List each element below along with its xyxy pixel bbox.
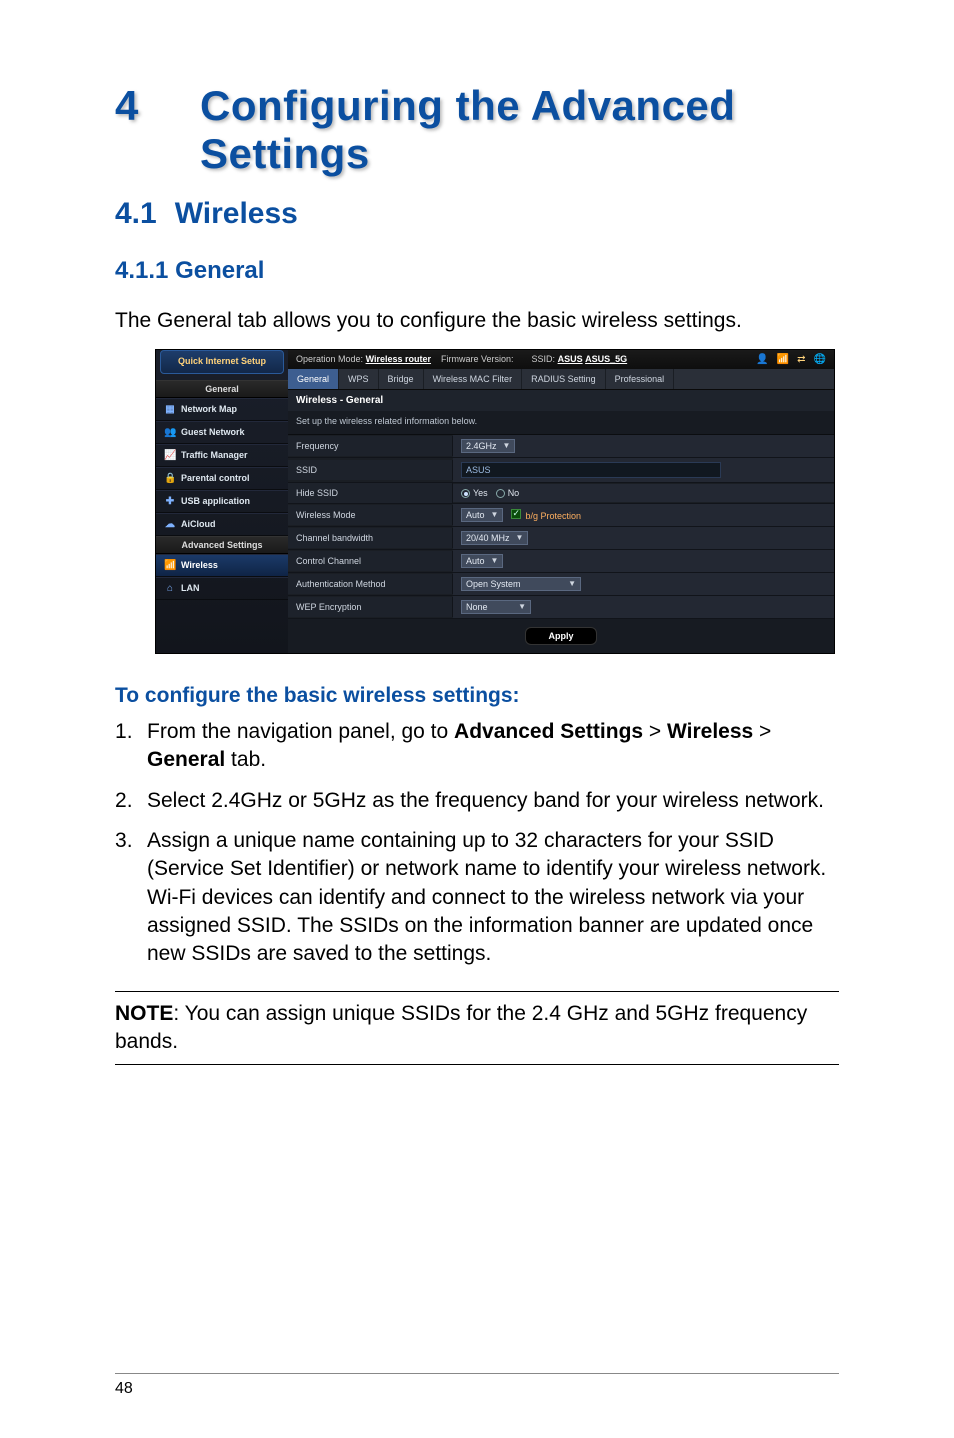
step-2: Select 2.4GHz or 5GHz as the frequency b… xyxy=(115,787,839,815)
intro-paragraph: The General tab allows you to configure … xyxy=(115,307,839,335)
subsection-heading: 4.1.1 General xyxy=(115,257,839,285)
sidebar-item-traffic-manager[interactable]: 📈Traffic Manager xyxy=(156,444,288,467)
channel-bw-dropdown[interactable]: 20/40 MHz▼ xyxy=(461,531,528,545)
tab-wps[interactable]: WPS xyxy=(339,369,379,389)
panel-title: Wireless - General xyxy=(288,390,834,411)
quick-internet-setup[interactable]: Quick Internet Setup xyxy=(160,350,284,374)
radio-icon xyxy=(496,489,505,498)
note-box: NOTE: You can assign unique SSIDs for th… xyxy=(115,991,839,1066)
bg-protection-checkbox[interactable]: b/g Protection xyxy=(511,509,581,521)
tab-professional[interactable]: Professional xyxy=(606,369,675,389)
subsection-number: 4.1.1 xyxy=(115,257,168,284)
tab-radius[interactable]: RADIUS Setting xyxy=(522,369,606,389)
usb-icon: ✚ xyxy=(164,496,176,507)
tab-mac-filter[interactable]: Wireless MAC Filter xyxy=(424,369,523,389)
chevron-down-icon: ▼ xyxy=(491,510,499,519)
sidebar-general-heading: General xyxy=(156,380,288,398)
router-screenshot: Quick Internet Setup General ▦Network Ma… xyxy=(155,349,835,654)
frequency-dropdown[interactable]: 2.4GHz▼ xyxy=(461,439,515,453)
step-1: From the navigation panel, go to Advance… xyxy=(115,718,839,775)
hide-ssid-yes[interactable]: Yes xyxy=(461,488,488,498)
traffic-icon: 📈 xyxy=(164,450,176,461)
chevron-down-icon: ▼ xyxy=(518,602,526,611)
section-title: Wireless xyxy=(175,197,298,230)
row-wireless-mode: Wireless Mode Auto▼ b/g Protection xyxy=(288,504,834,527)
lock-icon: 🔒 xyxy=(164,473,176,484)
globe-icon[interactable]: 🌐 xyxy=(814,354,826,365)
radio-icon xyxy=(461,489,470,498)
top-bar: Operation Mode: Wireless router Firmware… xyxy=(288,350,834,369)
auth-method-label: Authentication Method xyxy=(288,574,453,594)
sidebar-item-usb-application[interactable]: ✚USB application xyxy=(156,490,288,513)
apply-button[interactable]: Apply xyxy=(525,627,596,645)
chapter-title-line1: Configuring the Advanced xyxy=(200,82,735,129)
row-ssid: SSID ASUS xyxy=(288,458,834,483)
map-icon: ▦ xyxy=(164,404,176,415)
chevron-down-icon: ▼ xyxy=(503,441,511,450)
wifi-icon: 📶 xyxy=(164,560,176,571)
op-mode: Operation Mode: Wireless router xyxy=(296,354,431,364)
hide-ssid-no[interactable]: No xyxy=(496,488,520,498)
section-heading: 4.1 Wireless xyxy=(115,197,839,231)
firmware-version: Firmware Version: xyxy=(441,354,514,364)
tab-bridge[interactable]: Bridge xyxy=(379,369,424,389)
cloud-icon: ☁ xyxy=(164,519,176,530)
tab-general[interactable]: General xyxy=(288,369,339,389)
sidebar-item-wireless[interactable]: 📶Wireless xyxy=(156,554,288,577)
chevron-down-icon: ▼ xyxy=(516,533,524,542)
section-number: 4.1 xyxy=(115,197,157,230)
wep-label: WEP Encryption xyxy=(288,597,453,617)
auth-method-dropdown[interactable]: Open System▼ xyxy=(461,577,581,591)
signal-icon[interactable]: 📶 xyxy=(777,354,789,365)
note-text: : You can assign unique SSIDs for the 2.… xyxy=(115,1002,807,1053)
wireless-mode-dropdown[interactable]: Auto▼ xyxy=(461,508,503,522)
ssid-display: SSID: ASUS ASUS_5G xyxy=(532,354,628,364)
frequency-label: Frequency xyxy=(288,436,453,456)
sidebar-item-lan[interactable]: ⌂LAN xyxy=(156,577,288,600)
checkbox-icon xyxy=(511,509,521,519)
control-channel-label: Control Channel xyxy=(288,551,453,571)
row-frequency: Frequency 2.4GHz▼ xyxy=(288,435,834,458)
control-channel-dropdown[interactable]: Auto▼ xyxy=(461,554,503,568)
main-panel: Operation Mode: Wireless router Firmware… xyxy=(288,350,834,653)
row-control-channel: Control Channel Auto▼ xyxy=(288,550,834,573)
sidebar-advanced-heading: Advanced Settings xyxy=(156,536,288,554)
row-auth-method: Authentication Method Open System▼ xyxy=(288,573,834,596)
sidebar-item-guest-network[interactable]: 👥Guest Network xyxy=(156,421,288,444)
ssid-input[interactable]: ASUS xyxy=(461,462,721,478)
channel-bw-label: Channel bandwidth xyxy=(288,528,453,548)
step-3: Assign a unique name containing up to 32… xyxy=(115,827,839,969)
note-label: NOTE xyxy=(115,1002,173,1025)
row-wep: WEP Encryption None▼ xyxy=(288,596,834,619)
connect-icon[interactable]: ⇄ xyxy=(797,354,805,365)
user-icon[interactable]: 👤 xyxy=(756,354,768,365)
home-icon: ⌂ xyxy=(164,583,176,594)
sidebar-item-parental-control[interactable]: 🔒Parental control xyxy=(156,467,288,490)
ssid-label: SSID xyxy=(288,460,453,480)
chapter-title: 4Configuring the AdvancedSettings xyxy=(115,82,839,179)
chapter-title-line2: Settings xyxy=(200,130,370,177)
sidebar: Quick Internet Setup General ▦Network Ma… xyxy=(156,350,288,653)
chevron-down-icon: ▼ xyxy=(568,579,576,588)
wireless-mode-label: Wireless Mode xyxy=(288,505,453,525)
panel-subtitle: Set up the wireless related information … xyxy=(288,411,834,435)
sidebar-item-aicloud[interactable]: ☁AiCloud xyxy=(156,513,288,536)
hide-ssid-label: Hide SSID xyxy=(288,483,453,503)
subsection-title: General xyxy=(175,257,264,284)
wep-dropdown[interactable]: None▼ xyxy=(461,600,531,614)
page-number: 48 xyxy=(115,1373,839,1398)
tab-row: General WPS Bridge Wireless MAC Filter R… xyxy=(288,369,834,390)
guest-icon: 👥 xyxy=(164,427,176,438)
row-hide-ssid: Hide SSID Yes No xyxy=(288,483,834,504)
instructions-title: To configure the basic wireless settings… xyxy=(115,684,839,708)
instruction-steps: From the navigation panel, go to Advance… xyxy=(115,718,839,969)
sidebar-item-network-map[interactable]: ▦Network Map xyxy=(156,398,288,421)
chevron-down-icon: ▼ xyxy=(491,556,499,565)
row-channel-bandwidth: Channel bandwidth 20/40 MHz▼ xyxy=(288,527,834,550)
chapter-number: 4 xyxy=(115,82,200,130)
apply-row: Apply xyxy=(288,619,834,653)
